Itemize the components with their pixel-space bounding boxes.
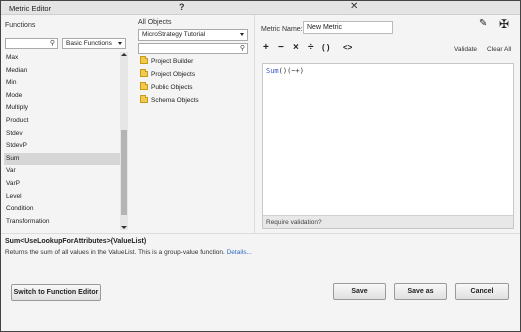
scrollbar-thumb[interactable] [121, 130, 127, 215]
validation-footer: Require validation? [263, 215, 513, 228]
metric-name-input[interactable]: New Metric [303, 21, 393, 34]
function-item-var[interactable]: Var [4, 165, 120, 178]
compare-button[interactable]: <> [343, 43, 352, 52]
formula-arguments: ()(~+) [278, 67, 304, 75]
function-item-condition[interactable]: Condition [4, 203, 120, 216]
switch-to-function-editor-button[interactable]: Switch to Function Editor [11, 284, 101, 301]
object-item-public-objects[interactable]: Public Objects [140, 82, 193, 96]
chevron-down-icon [240, 33, 244, 36]
search-icon[interactable]: ⚲ [50, 39, 55, 47]
function-item-product[interactable]: Product [4, 115, 120, 128]
object-item-label: Schema Objects [151, 97, 199, 104]
object-source-select[interactable]: MicroStrategy Tutorial [138, 29, 248, 41]
function-item-level[interactable]: Level [4, 191, 120, 204]
object-source-value: MicroStrategy Tutorial [142, 31, 206, 38]
metric-name-label: Metric Name: [261, 26, 303, 33]
functions-search-input[interactable]: ⚲ [5, 38, 58, 49]
function-item-median[interactable]: Median [4, 65, 120, 78]
functions-scrollbar[interactable] [120, 52, 128, 230]
folder-icon [140, 56, 148, 64]
function-item-stdev[interactable]: Stdev [4, 128, 120, 141]
folder-icon [140, 82, 148, 90]
chevron-down-icon [118, 42, 122, 45]
window-title: Metric Editor [9, 4, 52, 13]
folder-icon [140, 69, 148, 77]
folder-icon [140, 95, 148, 103]
objects-search-input[interactable]: ⚲ [138, 43, 248, 54]
formula-function: Sum [266, 67, 279, 75]
search-icon[interactable]: ⚲ [240, 44, 245, 52]
pencil-icon[interactable]: ✎ [479, 18, 487, 29]
title-bar: Metric Editor ? ✕ [1, 1, 520, 15]
minus-button[interactable]: − [278, 42, 284, 53]
divide-button[interactable]: ÷ [308, 42, 314, 53]
function-category-value: Basic Functions [66, 40, 112, 47]
object-item-project-builder[interactable]: Project Builder [140, 56, 194, 70]
section-divider [1, 233, 520, 234]
object-item-project-objects[interactable]: Project Objects [140, 69, 196, 83]
function-item-multiply[interactable]: Multiply [4, 102, 120, 115]
help-icon[interactable]: ? [179, 2, 185, 12]
functions-list: Max Median Min Mode Multiply Product Std… [4, 52, 120, 230]
formula-expression[interactable]: Sum()(~+) [266, 67, 304, 75]
object-item-label: Project Builder [151, 58, 194, 65]
validation-status: Require validation? [266, 219, 322, 226]
parentheses-button[interactable]: ( ) [322, 43, 330, 52]
save-as-button[interactable]: Save as [394, 283, 447, 300]
function-item-transformation[interactable]: Transformation [4, 216, 120, 229]
multiply-button[interactable]: × [293, 42, 299, 53]
validate-link[interactable]: Validate [454, 46, 477, 53]
metric-editor-window: Metric Editor ? ✕ Functions ⚲ Basic Func… [0, 0, 521, 332]
object-item-label: Project Objects [151, 71, 196, 78]
function-category-select[interactable]: Basic Functions [62, 38, 126, 49]
function-item-max[interactable]: Max [4, 52, 120, 65]
details-link[interactable]: Details... [227, 249, 252, 256]
function-item-sum[interactable]: Sum [4, 152, 120, 166]
clear-all-link[interactable]: Clear All [487, 46, 511, 53]
metric-definition-pane: Metric Name: New Metric ✎ ✠ + − × ÷ ( ) … [255, 15, 520, 233]
function-description-text: Returns the sum of all values in the Val… [5, 249, 225, 256]
function-item-min[interactable]: Min [4, 77, 120, 90]
functions-label: Functions [5, 22, 36, 29]
function-syntax: Sum<UseLookupForAttributes>(ValueList) [5, 238, 147, 245]
scroll-down-icon[interactable] [121, 226, 127, 229]
formula-editor[interactable]: Sum()(~+) Require validation? [262, 63, 514, 229]
metric-name-value: New Metric [307, 24, 343, 31]
function-item-mode[interactable]: Mode [4, 90, 120, 103]
tools-icon[interactable]: ✠ [499, 17, 509, 31]
cancel-button[interactable]: Cancel [455, 283, 509, 300]
function-item-varp[interactable]: VarP [4, 178, 120, 191]
function-item-stdevp[interactable]: StdevP [4, 140, 120, 153]
function-description: Returns the sum of all values in the Val… [5, 249, 252, 256]
plus-button[interactable]: + [263, 42, 269, 53]
object-item-label: Public Objects [151, 84, 193, 91]
object-item-schema-objects[interactable]: Schema Objects [140, 95, 199, 109]
scroll-up-icon[interactable] [121, 53, 127, 56]
objects-pane: All Objects MicroStrategy Tutorial ⚲ Pro… [135, 15, 253, 233]
save-button[interactable]: Save [333, 283, 386, 300]
objects-label: All Objects [138, 19, 172, 26]
close-icon[interactable]: ✕ [350, 1, 358, 12]
